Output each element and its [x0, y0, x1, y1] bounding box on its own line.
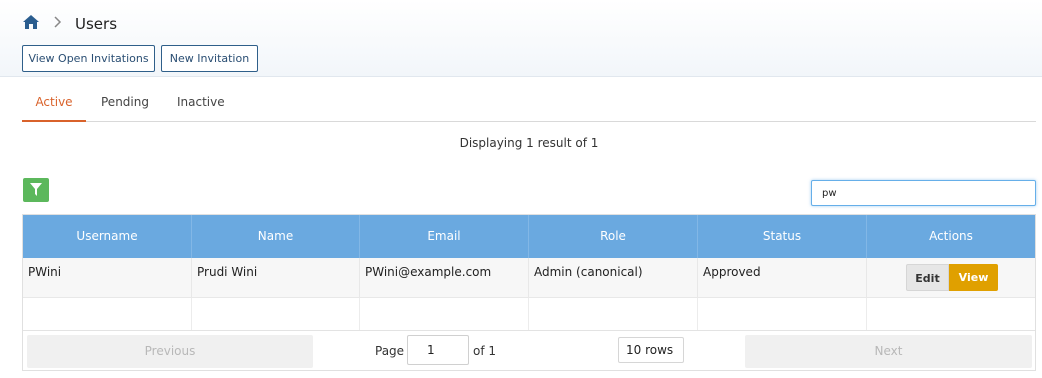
- cell-role: Admin (canonical): [529, 258, 698, 298]
- filter-icon: [30, 183, 42, 196]
- page-total-label: of 1: [473, 344, 497, 358]
- empty-cell: [192, 298, 360, 330]
- empty-cell: [23, 298, 192, 330]
- previous-page-button[interactable]: Previous: [27, 335, 313, 368]
- tab-inactive[interactable]: Inactive: [177, 88, 225, 122]
- column-header-status[interactable]: Status: [698, 215, 867, 258]
- page-title: Users: [75, 15, 118, 33]
- rows-per-page-select[interactable]: 10 rows: [618, 337, 684, 363]
- pagination-bar: Previous Page of 1 10 rows Next: [23, 330, 1035, 370]
- new-invitation-button[interactable]: New Invitation: [161, 45, 258, 72]
- tab-active[interactable]: Active: [22, 88, 86, 122]
- cell-username: PWini: [23, 258, 192, 298]
- column-header-email[interactable]: Email: [360, 215, 529, 258]
- result-count: Displaying 1 result of 1: [459, 136, 599, 150]
- empty-cell: [867, 298, 1035, 330]
- table-header: Username Name Email Role Status Actions: [23, 215, 1035, 258]
- cell-status: Approved: [698, 258, 867, 298]
- chevron-right-icon: [54, 16, 62, 28]
- view-button[interactable]: View: [949, 264, 998, 291]
- cell-name: Prudi Wini: [192, 258, 360, 298]
- page-number-input[interactable]: [407, 335, 469, 365]
- column-header-actions: Actions: [929, 229, 973, 243]
- column-header-username[interactable]: Username: [23, 215, 192, 258]
- empty-cell: [529, 298, 698, 330]
- status-tabs: Active Pending Inactive: [22, 88, 1036, 122]
- next-page-button[interactable]: Next: [745, 335, 1032, 368]
- table-row[interactable]: PWini Prudi Wini PWini@example.com Admin…: [23, 258, 1035, 298]
- view-open-invitations-button[interactable]: View Open Invitations: [22, 45, 155, 72]
- column-header-role[interactable]: Role: [529, 215, 698, 258]
- home-icon[interactable]: [22, 14, 40, 30]
- tab-pending[interactable]: Pending: [101, 88, 149, 122]
- edit-button[interactable]: Edit: [906, 264, 949, 291]
- search-input[interactable]: [811, 180, 1036, 206]
- empty-cell: [360, 298, 529, 330]
- column-header-name[interactable]: Name: [192, 215, 360, 258]
- page-header: Users View Open Invitations New Invitati…: [0, 0, 1042, 77]
- filter-button[interactable]: [23, 178, 49, 202]
- table-empty-row: [23, 298, 1035, 330]
- users-table: Username Name Email Role Status Actions …: [22, 214, 1036, 371]
- empty-cell: [698, 298, 867, 330]
- cell-email: PWini@example.com: [360, 258, 529, 298]
- page-label: Page: [375, 344, 405, 358]
